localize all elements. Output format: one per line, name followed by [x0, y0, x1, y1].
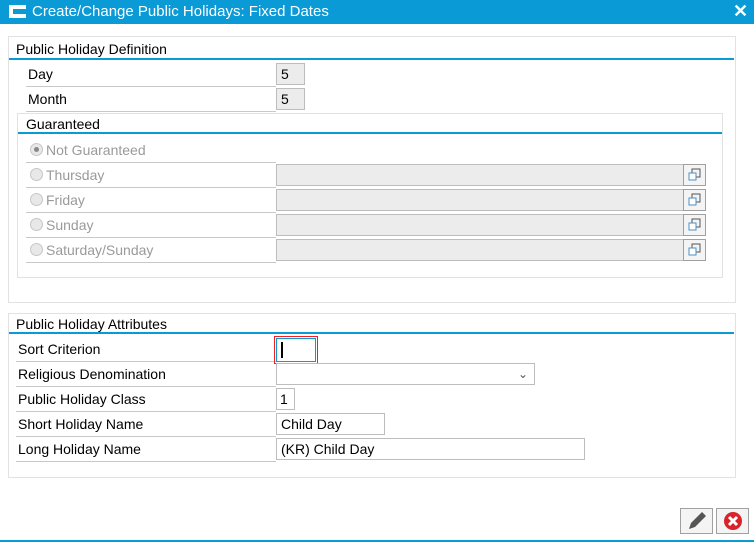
- chevron-down-icon: ⌄: [517, 367, 528, 381]
- short-name-field[interactable]: Child Day: [276, 413, 385, 435]
- radio-label: Not Guaranteed: [46, 142, 146, 158]
- religious-denomination-dropdown[interactable]: ⌄: [276, 363, 535, 385]
- radio-option[interactable]: Saturday/Sunday: [26, 238, 276, 263]
- copy-icon: [688, 243, 701, 256]
- holiday-class-label: Public Holiday Class: [16, 387, 276, 412]
- radio-button[interactable]: [30, 143, 43, 156]
- radio-button[interactable]: [30, 168, 43, 181]
- radio-label: Sunday: [46, 217, 94, 233]
- month-field[interactable]: 5: [276, 88, 305, 110]
- window-icon: [9, 5, 26, 18]
- window-title: Create/Change Public Holidays: Fixed Dat…: [32, 3, 329, 20]
- copy-icon: [688, 193, 701, 206]
- month-label: Month: [26, 87, 276, 112]
- date-field: [276, 214, 684, 236]
- text-cursor: [281, 342, 283, 358]
- radio-label: Thursday: [46, 167, 105, 183]
- radio-option[interactable]: Thursday: [26, 163, 276, 188]
- radio-option[interactable]: Not Guaranteed: [26, 138, 276, 163]
- date-field: [276, 239, 684, 261]
- copy-icon: [688, 218, 701, 231]
- radio-option[interactable]: Friday: [26, 188, 276, 213]
- divider: [9, 332, 734, 334]
- radio-button[interactable]: [30, 243, 43, 256]
- long-name-field[interactable]: (KR) Child Day: [276, 438, 585, 460]
- section-title: Public Holiday Definition: [16, 41, 167, 57]
- close-icon[interactable]: ✕: [733, 1, 748, 22]
- sort-criterion-field[interactable]: [274, 336, 318, 364]
- copy-icon: [688, 168, 701, 181]
- radio-button[interactable]: [30, 218, 43, 231]
- long-name-label: Long Holiday Name: [16, 437, 276, 462]
- radio-button[interactable]: [30, 193, 43, 206]
- radio-label: Saturday/Sunday: [46, 242, 154, 258]
- day-field[interactable]: 5: [276, 63, 305, 85]
- short-name-label: Short Holiday Name: [16, 412, 276, 437]
- radio-label: Friday: [46, 192, 85, 208]
- divider: [18, 132, 722, 134]
- copy-button[interactable]: [683, 214, 706, 236]
- title-bar: Create/Change Public Holidays: Fixed Dat…: [0, 0, 754, 24]
- cancel-button[interactable]: [716, 508, 749, 534]
- edit-button[interactable]: [680, 508, 713, 534]
- copy-button[interactable]: [683, 164, 706, 186]
- bottom-border: [0, 540, 754, 542]
- holiday-class-field[interactable]: 1: [276, 388, 295, 410]
- cancel-icon: [724, 512, 742, 530]
- divider: [9, 58, 734, 60]
- pencil-icon: [689, 512, 706, 529]
- sort-criterion-label: Sort Criterion: [16, 337, 276, 362]
- copy-button[interactable]: [683, 239, 706, 261]
- section-title: Public Holiday Attributes: [16, 316, 167, 332]
- date-field: [276, 189, 684, 211]
- copy-button[interactable]: [683, 189, 706, 211]
- radio-option[interactable]: Sunday: [26, 213, 276, 238]
- religious-denomination-label: Religious Denomination: [16, 362, 276, 387]
- day-label: Day: [26, 62, 276, 87]
- group-title: Guaranteed: [26, 116, 100, 132]
- date-field: [276, 164, 684, 186]
